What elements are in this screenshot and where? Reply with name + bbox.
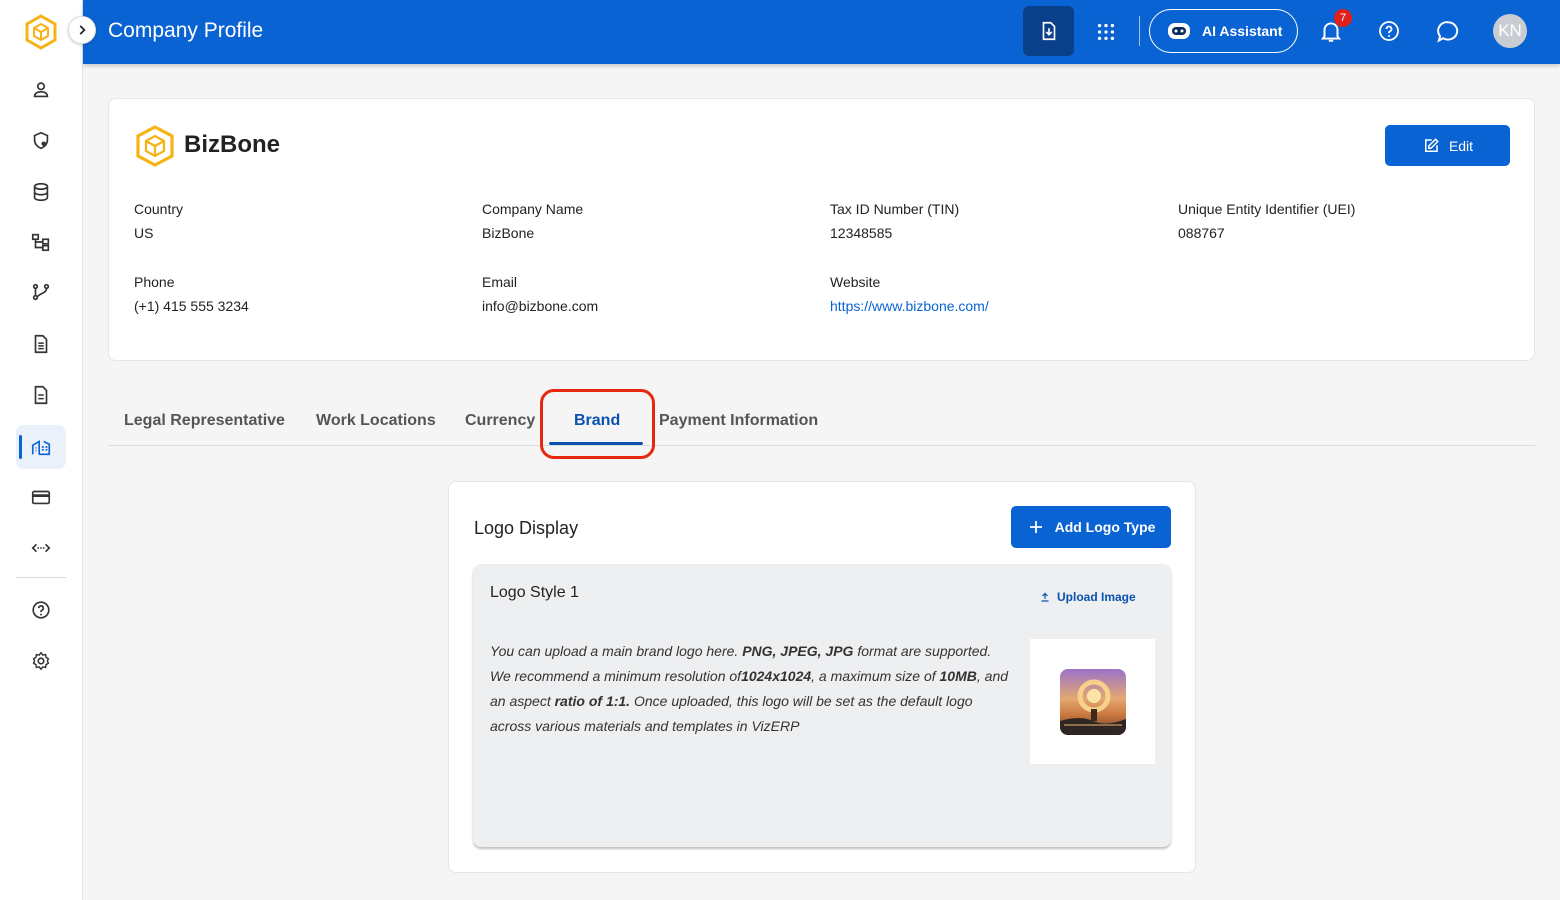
desc-formats: PNG, JPEG, JPG: [742, 643, 854, 659]
sidebar-item-documents[interactable]: [16, 322, 66, 366]
field-phone: Phone (+1) 415 555 3234: [134, 274, 249, 314]
field-label: Website: [830, 274, 881, 290]
download-button[interactable]: [1023, 6, 1074, 56]
sidebar-item-security[interactable]: [16, 119, 66, 163]
document-icon: [34, 334, 48, 354]
integration-icon: [31, 543, 51, 553]
field-label: Company Name: [482, 201, 584, 217]
tab-payment-information[interactable]: Payment Information: [659, 412, 818, 430]
field-label: Phone: [134, 274, 175, 290]
tab-currency[interactable]: Currency: [465, 412, 535, 430]
robot-icon: [1168, 23, 1190, 39]
add-logo-type-label: Add Logo Type: [1054, 519, 1156, 535]
plus-icon: [1029, 521, 1042, 533]
field-label: Country: [134, 201, 184, 217]
desc-max-size: 10MB: [939, 668, 977, 684]
sidebar-item-company[interactable]: [16, 425, 66, 469]
logo-preview[interactable]: [1030, 639, 1155, 764]
sidebar: [0, 0, 83, 900]
app-logo-icon[interactable]: [24, 14, 58, 50]
website-link[interactable]: https://www.bizbone.com/: [830, 298, 989, 314]
edit-icon: [1424, 137, 1439, 152]
field-value: 088767: [1178, 225, 1225, 241]
desc-text: , a maximum size of: [811, 668, 940, 684]
company-building-icon: [31, 440, 51, 456]
field-label: Unique Entity Identifier (UEI): [1178, 201, 1356, 217]
company-logo-icon: [135, 125, 175, 167]
ai-assistant-button[interactable]: AI Assistant: [1149, 9, 1298, 53]
desc-resolution: 1024x1024: [741, 668, 812, 684]
page-title: Company Profile: [108, 19, 264, 42]
sidebar-item-workflow[interactable]: [16, 270, 66, 314]
edit-button[interactable]: Edit: [1385, 125, 1510, 166]
help-icon[interactable]: [1377, 19, 1401, 43]
credit-card-icon: [31, 490, 51, 505]
sidebar-item-database[interactable]: [16, 170, 66, 214]
ai-assistant-label: AI Assistant: [1202, 23, 1283, 39]
field-tin: Tax ID Number (TIN) 12348585: [830, 201, 959, 241]
expand-sidebar-button[interactable]: [68, 16, 96, 44]
settings-icon: [32, 651, 50, 671]
logo-display-title: Logo Display: [474, 518, 579, 538]
field-value: BizBone: [482, 225, 535, 241]
sidebar-item-org[interactable]: [16, 220, 66, 264]
sidebar-divider: [16, 577, 66, 578]
uploaded-logo-image: [1059, 668, 1126, 735]
user-icon: [33, 82, 49, 98]
sidebar-item-settings[interactable]: [16, 639, 66, 683]
logo-style-description: You can upload a main brand logo here. P…: [490, 639, 1015, 739]
toolbar-divider: [1139, 16, 1140, 46]
org-structure-icon: [31, 233, 50, 252]
company-brand-name: BizBone: [184, 131, 280, 158]
field-email: Email info@bizbone.com: [482, 274, 598, 314]
tab-legal-representative[interactable]: Legal Representative: [124, 412, 285, 430]
field-label: Email: [482, 274, 518, 290]
upload-image-label: Upload Image: [1057, 590, 1136, 604]
profile-tabs: Legal Representative Work Locations Curr…: [108, 390, 1535, 446]
field-value: info@bizbone.com: [482, 298, 599, 314]
desc-text: You can upload a main brand logo here.: [490, 643, 743, 659]
apps-grid-icon[interactable]: [1093, 19, 1119, 45]
download-icon: [1042, 21, 1055, 41]
sidebar-item-user[interactable]: [16, 68, 66, 112]
field-country: Country US: [134, 201, 183, 241]
field-value: (+1) 415 555 3234: [134, 298, 249, 314]
field-website: Website https://www.bizbone.com/: [830, 274, 989, 314]
company-info-card: BizBone Edit Country US Company Name Biz…: [108, 98, 1535, 361]
workflow-icon: [32, 283, 50, 301]
field-value: US: [134, 225, 154, 241]
sidebar-item-help[interactable]: [16, 588, 66, 632]
logo-style-title: Logo Style 1: [490, 584, 579, 601]
database-icon: [33, 182, 49, 202]
logo-display-panel: Logo Display Add Logo Type Logo Style 1 …: [448, 481, 1196, 873]
help-icon: [32, 601, 50, 619]
add-logo-type-button[interactable]: Add Logo Type: [1011, 506, 1171, 548]
top-bar: Company Profile AI Assistant 7 KN: [83, 0, 1560, 64]
upload-image-link[interactable]: Upload Image: [1039, 590, 1136, 604]
desc-aspect-ratio: ratio of 1:1.: [554, 693, 631, 709]
chat-icon[interactable]: [1435, 19, 1461, 45]
user-avatar[interactable]: KN: [1493, 14, 1527, 48]
sidebar-item-document-list[interactable]: [16, 373, 66, 417]
chevron-right-icon: [79, 25, 86, 35]
field-value: 12348585: [830, 225, 893, 241]
tab-work-locations[interactable]: Work Locations: [316, 412, 436, 430]
sidebar-item-payment[interactable]: [16, 475, 66, 519]
sidebar-item-integration[interactable]: [16, 526, 66, 570]
field-label: Tax ID Number (TIN): [830, 201, 960, 217]
field-company-name: Company Name BizBone: [482, 201, 583, 241]
edit-button-label: Edit: [1448, 137, 1474, 154]
logo-style-card: Logo Style 1 Upload Image You can upload…: [473, 564, 1171, 847]
notification-badge: 7: [1334, 9, 1352, 27]
field-uei: Unique Entity Identifier (UEI) 088767: [1178, 201, 1355, 241]
brand-tab-highlight: [540, 389, 655, 459]
security-settings-icon: [33, 131, 49, 150]
upload-icon: [1041, 592, 1049, 602]
document-list-icon: [34, 385, 48, 405]
